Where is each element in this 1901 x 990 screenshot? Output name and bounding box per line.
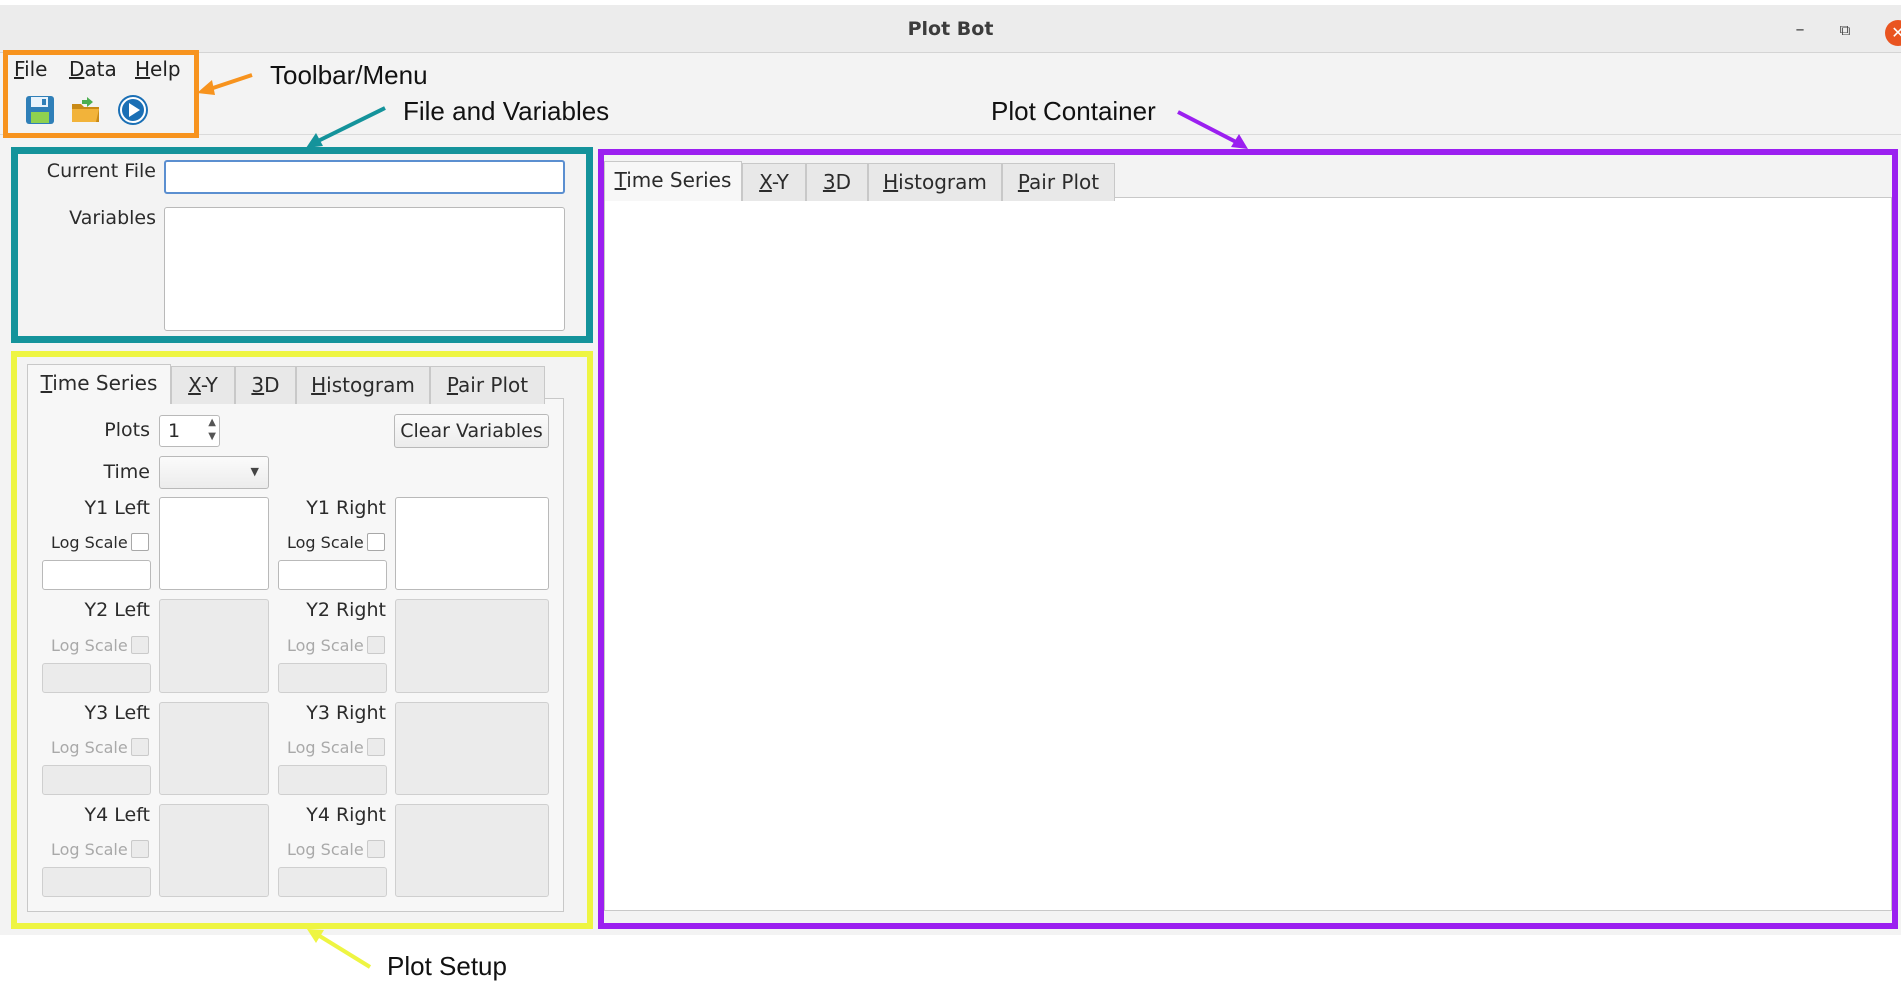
title-bar: Plot Bot – ⧉ ✕ bbox=[0, 5, 1901, 53]
restore-button[interactable]: ⧉ bbox=[1832, 17, 1858, 43]
window-title: Plot Bot bbox=[907, 18, 994, 40]
plot-setup-highlight bbox=[11, 351, 593, 929]
minimize-button[interactable]: – bbox=[1787, 17, 1813, 43]
toolbar bbox=[0, 85, 1901, 135]
plot-setup-caption: Plot Setup bbox=[387, 951, 507, 981]
file-variables-highlight bbox=[11, 147, 593, 343]
plot-container-caption: Plot Container bbox=[991, 96, 1156, 126]
toolbar-menu-highlight bbox=[3, 50, 199, 138]
plot-container-highlight bbox=[598, 149, 1898, 929]
toolbar-menu-caption: Toolbar/Menu bbox=[270, 60, 428, 90]
file-variables-caption: File and Variables bbox=[403, 96, 610, 126]
close-button[interactable]: ✕ bbox=[1885, 20, 1901, 46]
